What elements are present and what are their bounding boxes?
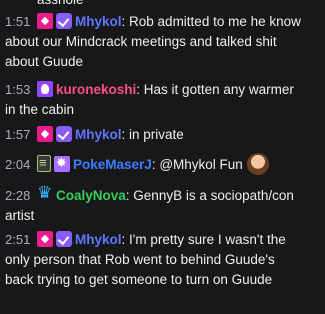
message-text: asshole [37, 0, 84, 7]
message-text: in private [129, 127, 184, 142]
timestamp: 2:51 [5, 232, 31, 247]
subscriber-badge-icon[interactable] [37, 126, 53, 142]
chat-message: 2:04PokeMaserJ: @Mhykol Fun [5, 153, 305, 175]
username[interactable]: PokeMaserJ [73, 157, 152, 172]
timestamp: 1:51 [5, 14, 31, 29]
username[interactable]: kuronekoshi [56, 82, 136, 97]
timestamp: 2:28 [5, 188, 31, 203]
username[interactable]: CoalyNova [56, 188, 126, 203]
chat-message: 2:51 Mhykol: I'm pretty sure I wasn't the… [5, 231, 286, 287]
timestamp: 1:57 [5, 127, 31, 142]
chat-log: asshole 1:51Mhykol: Rob admitted to me h… [0, 0, 325, 314]
username[interactable]: Mhykol [75, 127, 122, 142]
chat-message: 2:28CoalyNova: GennyB is a sociopath/con… [5, 183, 305, 226]
purple-badge-icon[interactable] [37, 81, 53, 97]
message-text: @Mhykol Fun [159, 157, 243, 172]
chat-message: 1:53 kuronekoshi: Has it gotten any warme… [5, 81, 294, 117]
face-emote-icon [246, 153, 269, 175]
verified-badge-icon[interactable] [56, 126, 72, 142]
chat-message: 1:57 Mhykol: in private [5, 125, 305, 145]
crown-badge-icon[interactable] [37, 183, 53, 203]
gift-badge-icon[interactable] [37, 153, 51, 173]
subscriber-badge-icon[interactable] [37, 231, 53, 247]
username[interactable]: Mhykol [75, 14, 122, 29]
chat-message: 1:51 Mhykol: Rob admitted to me he know a… [5, 13, 301, 69]
timestamp: 1:53 [5, 82, 31, 97]
verified-badge-icon[interactable] [56, 13, 72, 29]
chat-message-fragment: asshole [5, 0, 305, 10]
subscriber-badge-icon[interactable] [37, 13, 53, 29]
hornet-badge-icon[interactable] [54, 153, 70, 173]
verified-badge-icon[interactable] [56, 231, 72, 247]
username[interactable]: Mhykol [75, 232, 122, 247]
timestamp: 2:04 [5, 157, 31, 172]
